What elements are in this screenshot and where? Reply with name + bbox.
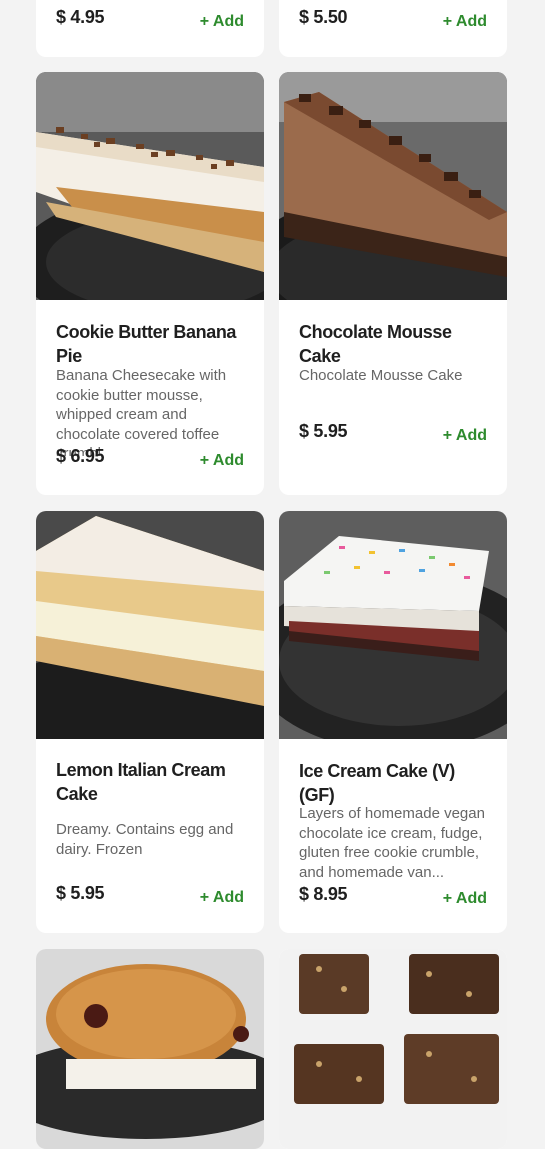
item-price: $ 8.95 (299, 884, 348, 904)
chocolate-mousse-cake-photo[interactable] (279, 72, 507, 300)
item-price: $ 4.95 (56, 7, 105, 27)
menu-card[interactable]: $ 4.95 + Add (36, 0, 264, 57)
item-description: Banana Cheesecake with cookie butter mou… (56, 367, 227, 456)
menu-card[interactable] (36, 949, 264, 1149)
item-description: Dreamy. Contains egg and dairy. Frozen (56, 821, 234, 858)
item-title: Cookie Butter Banana Pie (56, 322, 237, 366)
add-button[interactable]: + Add (443, 890, 487, 908)
menu-card[interactable]: Chocolate Mousse Cake Chocolate Mousse C… (279, 72, 507, 495)
cookie-butter-banana-pie-photo[interactable] (36, 72, 264, 300)
ice-cream-cake-photo[interactable] (279, 511, 507, 739)
menu-card[interactable] (279, 949, 507, 1149)
add-button[interactable]: + Add (200, 452, 244, 470)
item-price: $ 6.95 (56, 446, 105, 466)
menu-card[interactable]: $ 5.50 + Add (279, 0, 507, 57)
add-button[interactable]: + Add (200, 889, 244, 907)
item-price: $ 5.95 (299, 421, 348, 441)
item-title: Chocolate Mousse Cake (299, 322, 452, 366)
item-title: Ice Cream Cake (V)(GF) (299, 761, 455, 805)
add-button[interactable]: + Add (200, 13, 244, 31)
menu-card[interactable]: Lemon Italian Cream Cake Dreamy. Contain… (36, 511, 264, 933)
item-price: $ 5.95 (56, 883, 105, 903)
brownie-squares-photo[interactable] (279, 949, 507, 1149)
add-button[interactable]: + Add (443, 427, 487, 445)
item-description: Chocolate Mousse Cake (299, 367, 463, 384)
cookie-sandwich-photo[interactable] (36, 949, 264, 1149)
menu-card[interactable]: Ice Cream Cake (V)(GF) Layers of homemad… (279, 511, 507, 933)
menu-card[interactable]: Cookie Butter Banana Pie Banana Cheeseca… (36, 72, 264, 495)
add-button[interactable]: + Add (443, 13, 487, 31)
item-title: Lemon Italian Cream Cake (56, 760, 226, 804)
item-price: $ 5.50 (299, 7, 348, 27)
item-description: Layers of homemade vegan chocolate ice c… (299, 805, 485, 881)
lemon-italian-cream-cake-photo[interactable] (36, 511, 264, 739)
